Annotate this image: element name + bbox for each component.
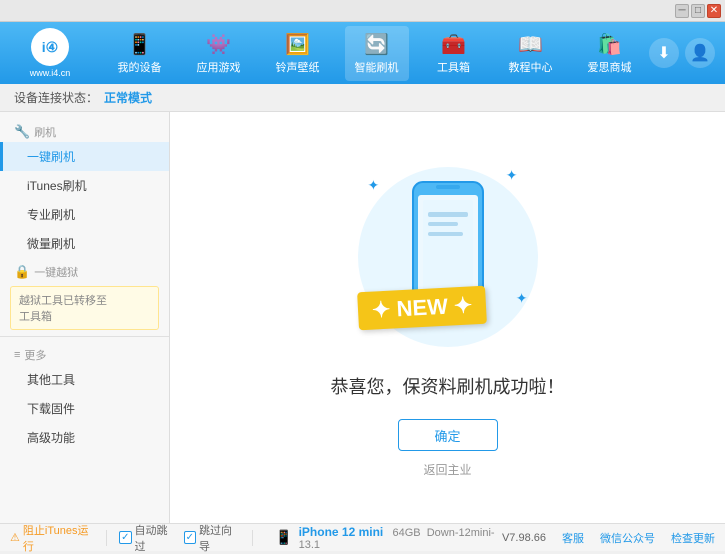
store-icon: 🛍️ (597, 32, 622, 57)
smart-flash-icon: 🔄 (364, 32, 389, 57)
content-area: ✦ ✦ ✦ ✦ NEW ✦ 恭喜您，保资料刷机成功啦！ 确定 返回主业 (170, 112, 725, 523)
jailbreak-group-label: 🔒 一键越狱 (0, 258, 169, 282)
sidebar-item-advanced[interactable]: 高级功能 (0, 423, 169, 452)
tutorial-icon: 📖 (518, 32, 543, 57)
sparkle-2: ✦ (506, 167, 518, 184)
main-layout: 🔧 刷机 一键刷机 iTunes刷机 专业刷机 微量刷机 🔒 一键越狱 越狱工具… (0, 112, 725, 523)
nav-my-device[interactable]: 📱 我的设备 (108, 26, 172, 81)
device-icon: 📱 (275, 529, 292, 546)
more-group-text: 更多 (24, 347, 46, 363)
device-details-block: iPhone 12 mini 64GB Down-12mini-13.1 (299, 525, 502, 551)
logo-text: www.i4.cn (30, 68, 71, 78)
more-group-label: ≡ 更多 (0, 343, 169, 365)
nav-smart-flash[interactable]: 🔄 智能刷机 (345, 26, 409, 81)
sparkle-1: ✦ (368, 177, 380, 194)
close-button[interactable]: ✕ (707, 4, 721, 18)
connection-label: 设备连接状态： (14, 89, 98, 106)
flash-group-text: 刷机 (34, 124, 56, 140)
connection-status: 正常模式 (104, 89, 152, 106)
nav-items: 📱 我的设备 👾 应用游戏 🖼️ 铃声壁纸 🔄 智能刷机 🧰 工具箱 📖 教程中… (100, 26, 649, 81)
nav-store[interactable]: 🛍️ 爱思商城 (578, 26, 642, 81)
check-update-link[interactable]: 检查更新 (671, 530, 715, 546)
status-bar: ⚠ 阻止iTunes运行 自动跳过 跳过向导 📱 iPhone 12 mini … (0, 523, 725, 551)
auto-dismiss-checkbox[interactable]: 自动跳过 (119, 522, 176, 554)
again-link[interactable]: 返回主业 (423, 461, 471, 478)
nav-toolbox[interactable]: 🧰 工具箱 (424, 26, 484, 81)
ringtones-label: 铃声壁纸 (276, 59, 320, 75)
sidebar-item-other-tools[interactable]: 其他工具 (0, 365, 169, 394)
sidebar-divider (0, 336, 169, 337)
download-button[interactable]: ⬇ (649, 38, 679, 68)
itunes-status: ⚠ 阻止iTunes运行 (10, 522, 94, 554)
illustration: ✦ ✦ ✦ ✦ NEW ✦ (348, 157, 548, 357)
divider-2 (252, 530, 253, 546)
logo[interactable]: i④ www.i4.cn (10, 28, 90, 78)
title-bar: ─ □ ✕ (0, 0, 725, 22)
device-storage (386, 527, 389, 539)
apps-games-label: 应用游戏 (197, 59, 241, 75)
ringtones-icon: 🖼️ (285, 32, 310, 57)
skip-wizard-checkbox[interactable]: 跳过向导 (184, 522, 241, 554)
device-storage-val: 64GB (392, 527, 420, 539)
device-info: 📱 iPhone 12 mini 64GB Down-12mini-13.1 (265, 525, 502, 551)
sidebar-item-pro-flash[interactable]: 专业刷机 (0, 200, 169, 229)
status-right: V7.98.66 客服 微信公众号 检查更新 (502, 530, 715, 546)
user-button[interactable]: 👤 (685, 38, 715, 68)
toolbox-label: 工具箱 (437, 59, 470, 75)
skip-wizard-label: 跳过向导 (199, 522, 240, 554)
nav-right: ⬇ 👤 (649, 38, 715, 68)
auto-dismiss-label: 自动跳过 (135, 522, 176, 554)
status-left: ⚠ 阻止iTunes运行 自动跳过 跳过向导 📱 iPhone 12 mini … (10, 522, 502, 554)
device-name: iPhone 12 mini (299, 525, 384, 539)
nav-tutorial[interactable]: 📖 教程中心 (499, 26, 563, 81)
logo-symbol: i④ (42, 39, 58, 56)
logo-circle: i④ (31, 28, 69, 66)
more-group-icon: ≡ (14, 349, 20, 361)
connection-bar: 设备连接状态： 正常模式 (0, 84, 725, 112)
apps-games-icon: 👾 (206, 32, 231, 57)
itunes-label: 阻止iTunes运行 (23, 522, 94, 554)
navbar: i④ www.i4.cn 📱 我的设备 👾 应用游戏 🖼️ 铃声壁纸 🔄 智能刷… (0, 22, 725, 84)
auto-dismiss-box[interactable] (119, 531, 131, 544)
sidebar-item-download-firmware[interactable]: 下载固件 (0, 394, 169, 423)
sidebar-item-itunes-flash[interactable]: iTunes刷机 (0, 171, 169, 200)
sidebar: 🔧 刷机 一键刷机 iTunes刷机 专业刷机 微量刷机 🔒 一键越狱 越狱工具… (0, 112, 170, 523)
toolbox-icon: 🧰 (441, 32, 466, 57)
skip-wizard-box[interactable] (184, 531, 196, 544)
smart-flash-label: 智能刷机 (355, 59, 399, 75)
jailbreak-notice: 越狱工具已转移至 工具箱 (10, 286, 159, 330)
itunes-icon: ⚠ (10, 531, 20, 544)
nav-ringtones[interactable]: 🖼️ 铃声壁纸 (266, 26, 330, 81)
jailbreak-icon: 🔒 (14, 264, 30, 280)
flash-group-icon: 🔧 (14, 124, 30, 140)
minimize-button[interactable]: ─ (675, 4, 689, 18)
my-device-label: 我的设备 (118, 59, 162, 75)
version-label: V7.98.66 (502, 532, 546, 544)
store-label: 爱思商城 (588, 59, 632, 75)
nav-apps-games[interactable]: 👾 应用游戏 (187, 26, 251, 81)
flash-group-label: 🔧 刷机 (0, 118, 169, 142)
my-device-icon: 📱 (127, 32, 152, 57)
maximize-button[interactable]: □ (691, 4, 705, 18)
divider-1 (106, 530, 107, 546)
customer-service-link[interactable]: 客服 (562, 530, 584, 546)
tutorial-label: 教程中心 (509, 59, 553, 75)
jailbreak-text: 一键越狱 (34, 264, 78, 280)
sidebar-item-micro-flash[interactable]: 微量刷机 (0, 229, 169, 258)
success-text: 恭喜您，保资料刷机成功啦！ (331, 373, 565, 399)
new-badge: ✦ NEW ✦ (357, 286, 487, 331)
sparkle-3: ✦ (516, 290, 528, 307)
confirm-button[interactable]: 确定 (398, 419, 498, 451)
wechat-public-link[interactable]: 微信公众号 (600, 530, 655, 546)
sidebar-item-one-key-flash[interactable]: 一键刷机 (0, 142, 169, 171)
